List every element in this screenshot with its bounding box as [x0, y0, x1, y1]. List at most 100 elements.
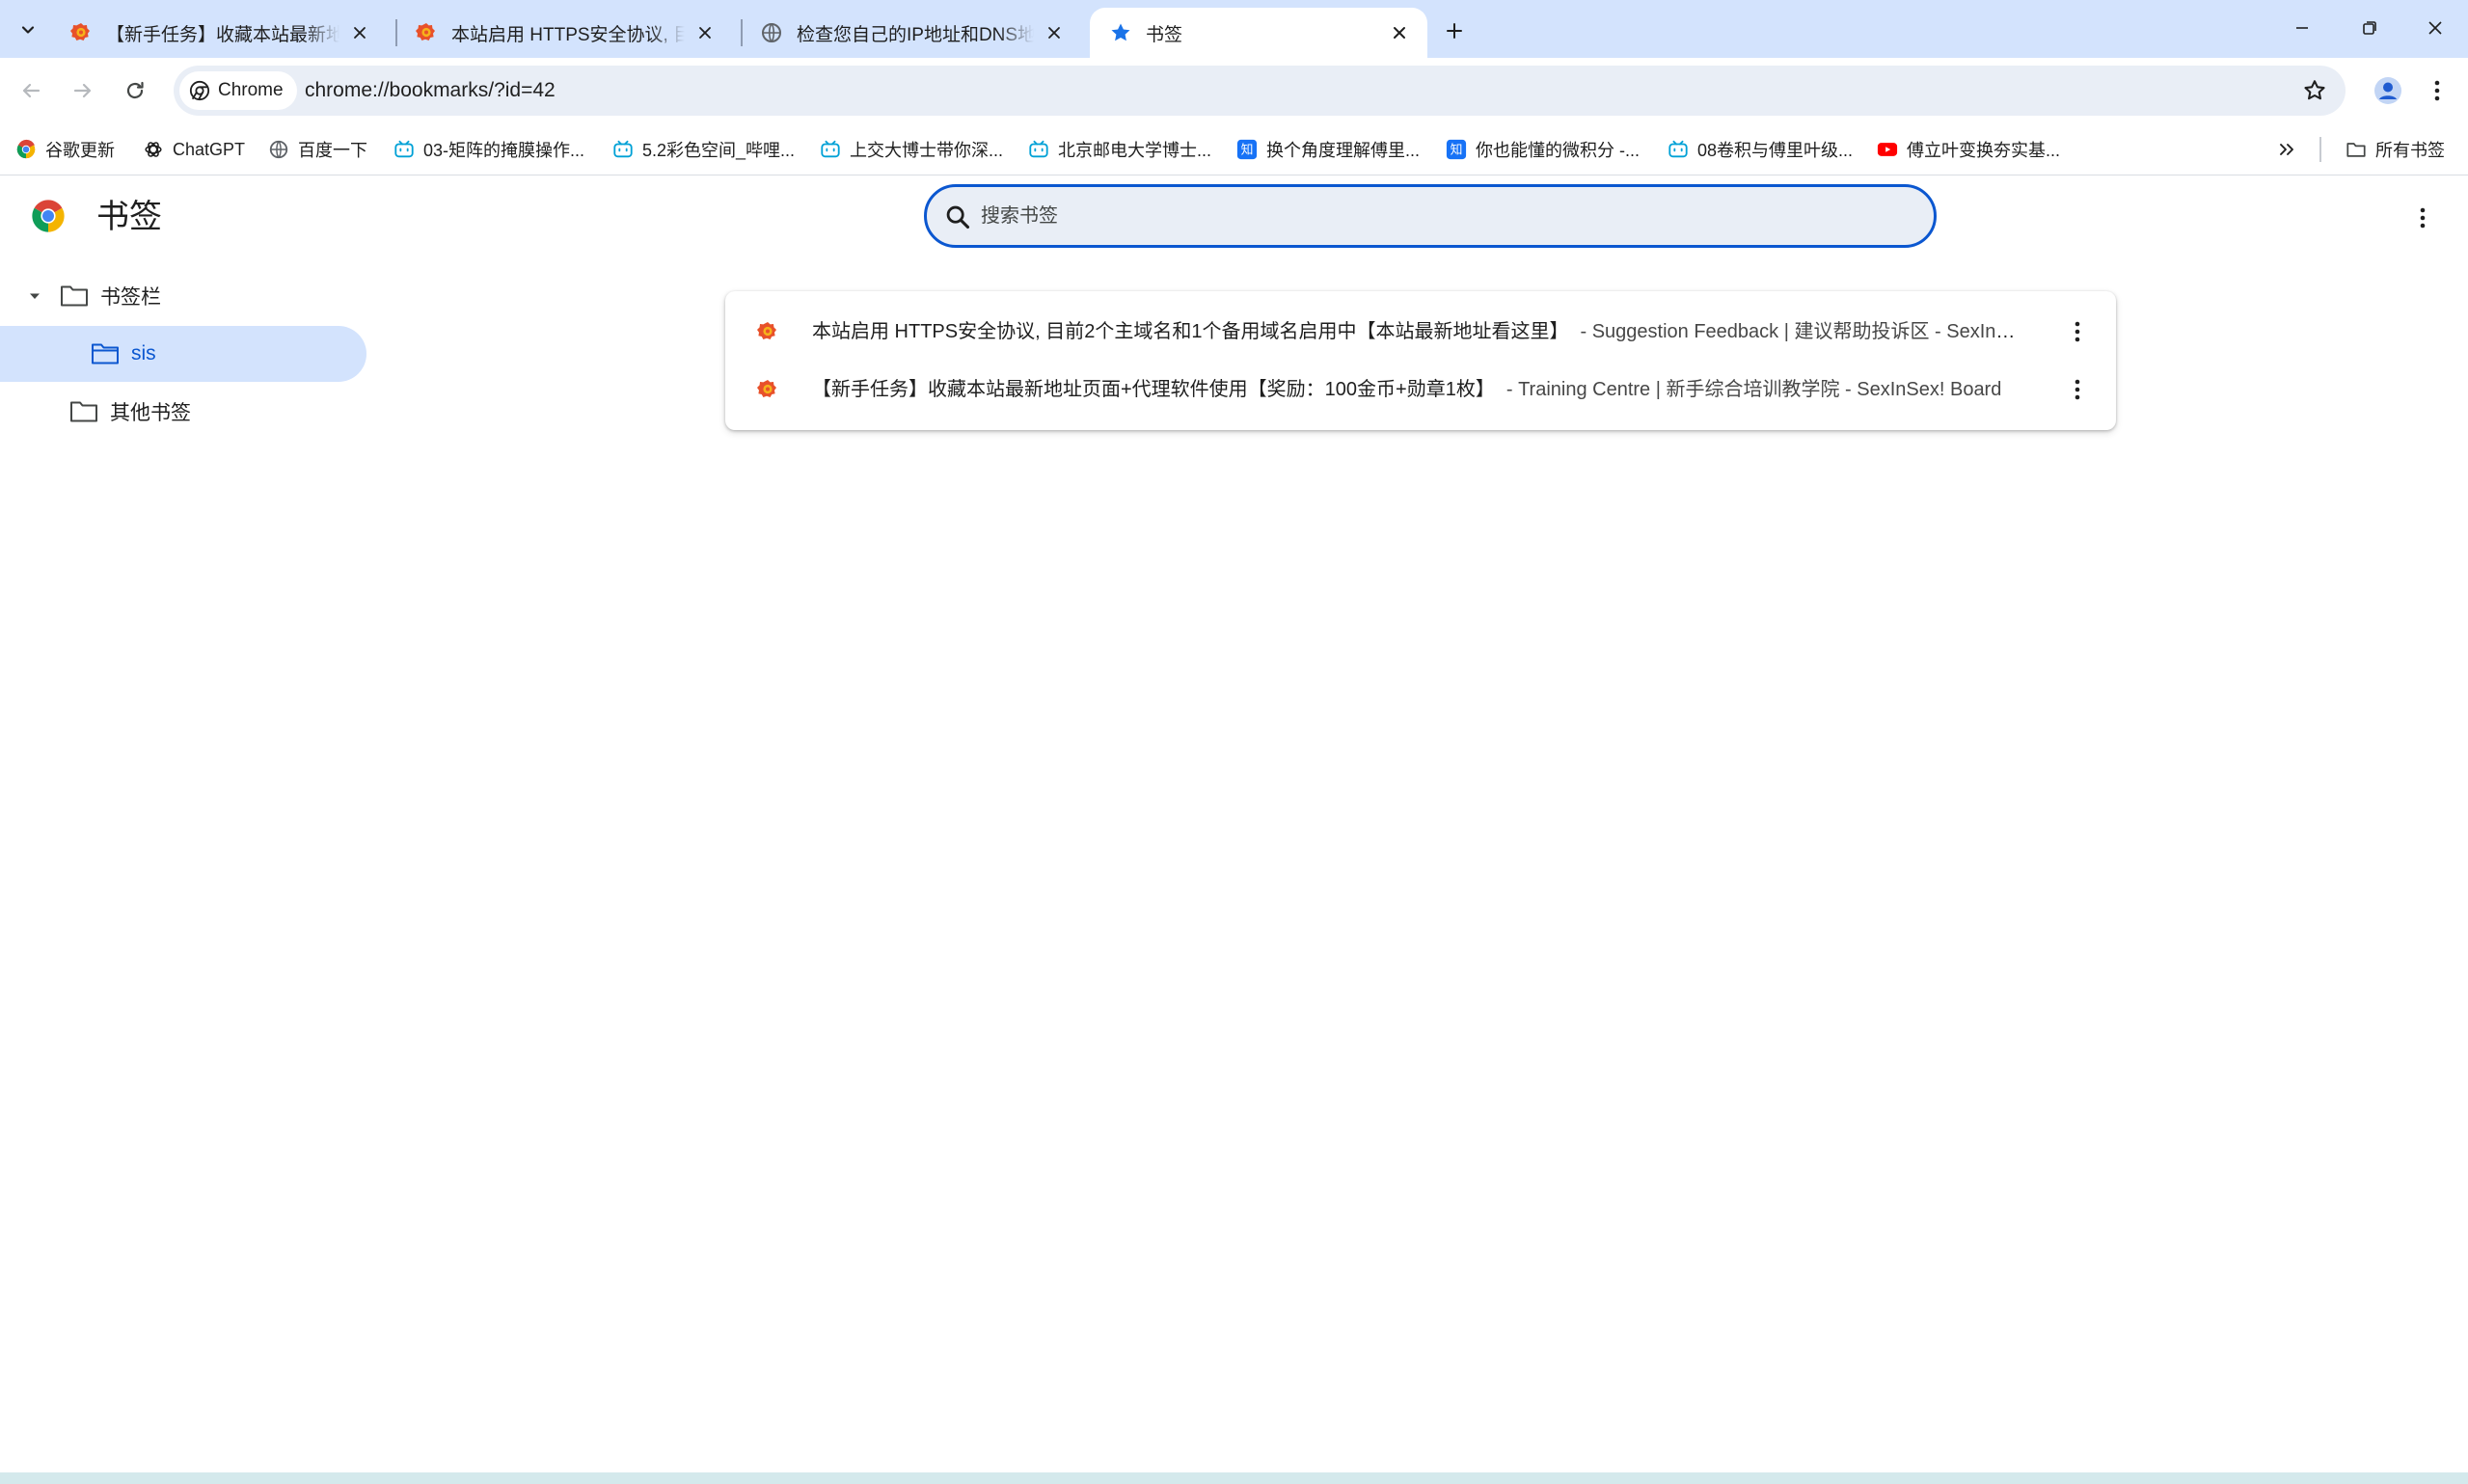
globe-icon: [269, 140, 288, 159]
search-bookmarks-input[interactable]: [981, 187, 1907, 245]
close-window-button[interactable]: [2401, 0, 2468, 56]
bilibili-icon: [613, 140, 633, 158]
bookmark-label: 上交大博士带你深...: [850, 141, 1004, 160]
bookmark-bar-item[interactable]: 谷歌更新: [15, 133, 115, 166]
zhihu-icon: 知: [1236, 139, 1258, 160]
forward-button[interactable]: [62, 69, 104, 112]
tree-folder-other-bookmarks[interactable]: 其他书签: [69, 384, 359, 440]
close-icon: [354, 27, 366, 39]
tab-1[interactable]: 【新手任务】收藏本站最新地址页面+代理软件使用: [50, 8, 388, 58]
tab-search-button[interactable]: [12, 13, 44, 46]
bookmark-label: 08卷积与傅里叶级...: [1697, 141, 1854, 160]
bookmark-bar-item[interactable]: 5.2彩色空间_哔哩...: [612, 133, 795, 166]
address-bar[interactable]: Chrome chrome://bookmarks/?id=42: [174, 66, 2346, 116]
sis-shield-icon: [757, 380, 776, 397]
site-info-chip[interactable]: Chrome: [179, 71, 297, 110]
bookmark-label: 5.2彩色空间_哔哩...: [642, 141, 796, 160]
tab-close-button[interactable]: [1042, 20, 1067, 45]
more-vert-icon: [2075, 379, 2080, 400]
folder-icon: [2346, 143, 2366, 157]
bilibili-icon: [394, 140, 414, 158]
sis-shield-icon: [416, 23, 435, 40]
tab-3[interactable]: 检查您自己的IP地址和DNS地址: [741, 8, 1082, 58]
folder-icon: [92, 343, 119, 364]
tab-title: 【新手任务】收藏本站最新地址页面+代理软件使用: [106, 24, 339, 45]
new-tab-button[interactable]: [1437, 13, 1472, 48]
page-title: 书签: [96, 199, 162, 235]
star-outline-icon: [2304, 80, 2325, 100]
item-more-button[interactable]: [2060, 314, 2095, 349]
arrow-right-icon: [73, 83, 92, 98]
all-bookmarks-button[interactable]: 所有书签: [2346, 133, 2445, 166]
tab-close-button[interactable]: [692, 20, 718, 45]
bookmark-url: - Suggestion Feedback | 建议帮助投诉区 - SexInS…: [1580, 321, 2018, 342]
restore-icon: [2363, 21, 2376, 35]
bookmark-star-button[interactable]: [2299, 75, 2330, 106]
all-bookmarks-label: 所有书签: [2375, 141, 2445, 160]
url-text[interactable]: chrome://bookmarks/?id=42: [305, 66, 556, 116]
bookmark-label: 你也能懂的微积分 -...: [1476, 141, 1640, 160]
item-more-button[interactable]: [2060, 372, 2095, 407]
bookmark-bar-item[interactable]: 上交大博士带你深...: [820, 133, 1003, 166]
taskbar-edge: [0, 1472, 2468, 1484]
bookmark-bar-item[interactable]: ChatGPT: [143, 133, 245, 166]
openai-icon: [145, 142, 162, 157]
bookmark-bar-item[interactable]: 北京邮电大学博士...: [1028, 133, 1211, 166]
chevron-down-icon: [21, 26, 35, 34]
list-item-text: 本站启用 HTTPS安全协议, 目前2个主域名和1个备用域名启用中【本站最新地址…: [812, 303, 2018, 361]
tab-close-button[interactable]: [1387, 20, 1412, 45]
minimize-icon: [2296, 27, 2308, 29]
globe-icon: [762, 23, 781, 42]
bookmark-label: ChatGPT: [173, 139, 246, 159]
triangle-down-icon[interactable]: [23, 284, 46, 308]
plus-icon: [1447, 23, 1462, 39]
youtube-icon: [1877, 143, 1898, 156]
double-chevron-right-icon: [2280, 144, 2293, 155]
restore-button[interactable]: [2336, 0, 2403, 56]
bookmark-label: 傅立叶变换夯实基...: [1907, 141, 2061, 160]
back-button[interactable]: [10, 69, 52, 112]
svg-text:知: 知: [1241, 144, 1254, 158]
bookmark-label: 百度一下: [298, 141, 367, 160]
bookmark-bar-item[interactable]: 知 换个角度理解傅里...: [1236, 133, 1420, 166]
minimize-button[interactable]: [2268, 0, 2336, 56]
tree-folder-label: 书签栏: [100, 286, 161, 309]
profile-button[interactable]: [2369, 71, 2407, 110]
list-item[interactable]: 本站启用 HTTPS安全协议, 目前2个主域名和1个备用域名启用中【本站最新地址…: [725, 303, 2116, 361]
more-vert-icon: [2075, 321, 2080, 342]
reload-icon: [126, 81, 144, 99]
bookmark-url: - Training Centre | 新手综合培训教学院 - SexInSex…: [1505, 379, 2002, 400]
tree-folder-sis[interactable]: sis: [0, 326, 366, 382]
tab-strip: 【新手任务】收藏本站最新地址页面+代理软件使用 本站启用 HTTPS安全协议, …: [0, 0, 2468, 58]
tab-title: 书签: [1146, 24, 1183, 45]
chrome-icon: [16, 139, 36, 159]
bookmark-label: 北京邮电大学博士...: [1058, 141, 1212, 160]
organize-menu-button[interactable]: [2405, 197, 2440, 239]
reload-button[interactable]: [114, 69, 156, 112]
bookmark-bar-item[interactable]: 知 你也能懂的微积分 -...: [1446, 133, 1640, 166]
toolbar: Chrome chrome://bookmarks/?id=42: [0, 58, 2468, 123]
chrome-logo-icon: [32, 200, 65, 232]
bookmarks-overflow-button[interactable]: [2270, 133, 2303, 166]
close-icon: [1394, 27, 1405, 39]
bookmarks-page: 书签 书签栏 sis 其他书签 本站启用 HTTPS安全协议, 目前2个主域名和…: [0, 175, 2468, 1472]
tab-title: 本站启用 HTTPS安全协议, 目前2个主域名: [451, 24, 685, 45]
sis-shield-icon: [757, 322, 776, 339]
tab-close-button[interactable]: [347, 20, 372, 45]
avatar-icon: [2374, 77, 2401, 104]
bookmarks-bar: 谷歌更新 ChatGPT 百度一下 03-矩阵的掩膜操作... 5.2彩色空间_…: [0, 123, 2468, 175]
search-box[interactable]: [924, 184, 1937, 248]
bookmark-bar-item[interactable]: 03-矩阵的掩膜操作...: [393, 133, 584, 166]
bookmark-bar-item[interactable]: 傅立叶变换夯实基...: [1877, 133, 2060, 166]
tab-bookmarks-active[interactable]: 书签: [1090, 8, 1427, 58]
bookmark-bar-item[interactable]: 08卷积与傅里叶级...: [1668, 133, 1853, 166]
list-item[interactable]: 【新手任务】收藏本站最新地址页面+代理软件使用【奖励：100金币+勋章1枚】 - …: [725, 361, 2116, 418]
close-icon: [699, 27, 711, 39]
bookmark-list: 本站启用 HTTPS安全协议, 目前2个主域名和1个备用域名启用中【本站最新地址…: [725, 291, 2116, 430]
tab-2[interactable]: 本站启用 HTTPS安全协议, 目前2个主域名: [395, 8, 733, 58]
chip-label: Chrome: [218, 80, 284, 100]
chrome-menu-button[interactable]: [2421, 71, 2454, 110]
search-icon: [946, 205, 970, 229]
tree-folder-bookmarks-bar[interactable]: 书签栏: [23, 268, 361, 324]
bookmark-bar-item[interactable]: 百度一下: [268, 133, 367, 166]
